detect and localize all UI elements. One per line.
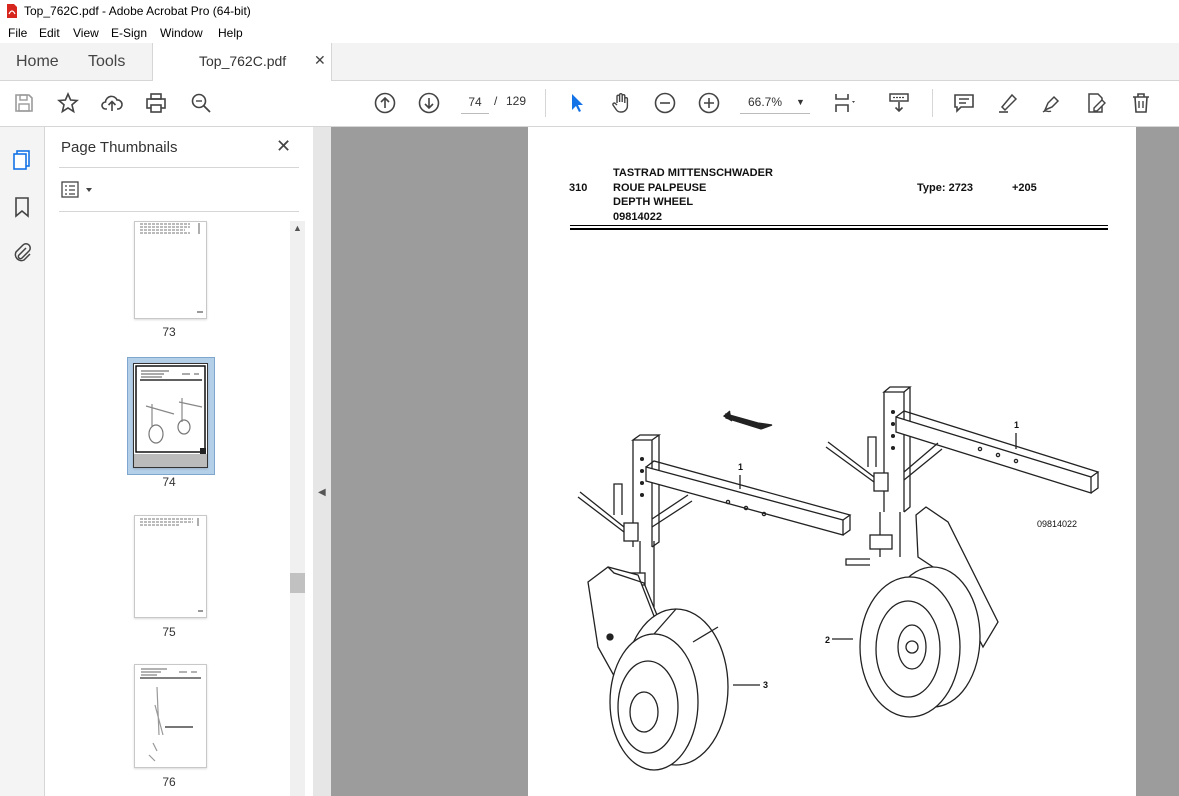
thumbnail-label-73: 73 (162, 325, 176, 339)
depth-wheel-drawing (577, 386, 1100, 771)
zoom-level-value: 66.7% (748, 95, 783, 109)
page-total: 129 (506, 94, 527, 108)
zoom-in-icon[interactable] (697, 91, 721, 115)
thumbnail-75-content (140, 518, 203, 612)
panel-title: Page Thumbnails (61, 139, 178, 156)
close-tab-icon[interactable]: ✕ (314, 52, 326, 69)
menu-help[interactable]: Help (218, 26, 243, 40)
thumbnail-label-74: 74 (162, 475, 176, 489)
star-icon[interactable] (56, 91, 80, 115)
menu-view[interactable]: View (73, 26, 99, 40)
zoom-out-icon[interactable] (653, 91, 677, 115)
page-thumbnails-icon[interactable] (11, 149, 33, 171)
menu-window[interactable]: Window (160, 26, 203, 40)
thumbnail-options-icon[interactable] (61, 181, 97, 199)
navigation-rail (0, 127, 45, 796)
draw-sign-icon[interactable] (1040, 91, 1064, 115)
thumbnails-panel: Page Thumbnails ✕ 73 74 75 76 ▲ (45, 127, 314, 796)
scroll-up-arrow-icon[interactable]: ▲ (293, 223, 302, 233)
scroll-mode-icon[interactable] (887, 91, 911, 115)
tab-bar: Home Tools Top_762C.pdf ✕ (0, 43, 1179, 81)
cloud-upload-icon[interactable] (100, 91, 124, 115)
page-thumbnail-75[interactable] (134, 515, 207, 618)
menu-bar: File Edit View E-Sign Window Help (0, 23, 1179, 43)
thumbnail-label-75: 75 (162, 625, 176, 639)
acrobat-app-icon (7, 4, 17, 18)
page-thumbnail-76[interactable] (134, 664, 207, 768)
attachment-icon[interactable] (11, 241, 33, 263)
menu-file[interactable]: File (8, 26, 27, 40)
page-thumbnail-73[interactable] (134, 221, 207, 319)
toolbar: 74 / 129 66.7% ▼ (0, 81, 1179, 127)
page-thumbnail-74[interactable] (133, 363, 208, 468)
thumbnails-scrollbar[interactable]: ▲ (290, 221, 305, 796)
pdf-page: 310 TASTRAD MITTENSCHWADER ROUE PALPEUSE… (528, 127, 1136, 796)
toolbar-divider (545, 89, 546, 117)
chevron-down-icon: ▼ (796, 97, 805, 107)
tab-document[interactable]: Top_762C.pdf ✕ (152, 43, 332, 81)
page-number-input[interactable]: 74 (461, 91, 489, 114)
next-page-icon[interactable] (417, 91, 441, 115)
hand-tool-icon[interactable] (609, 91, 633, 115)
zoom-search-icon[interactable] (189, 91, 213, 115)
title-bar: Top_762C.pdf - Adobe Acrobat Pro (64-bit… (0, 0, 1179, 23)
highlight-pen-icon[interactable] (996, 91, 1020, 115)
edit-pdf-icon[interactable] (1084, 91, 1108, 115)
close-panel-icon[interactable]: ✕ (276, 136, 291, 157)
thumbnail-label-76: 76 (162, 775, 176, 789)
toolbar-divider (932, 89, 933, 117)
divider (59, 167, 299, 168)
panel-collapse-handle[interactable]: ◀ (313, 127, 331, 796)
document-viewer[interactable]: 310 TASTRAD MITTENSCHWADER ROUE PALPEUSE… (331, 127, 1179, 796)
comment-icon[interactable] (952, 91, 976, 115)
previous-page-icon[interactable] (373, 91, 397, 115)
thumbnail-73-content (140, 223, 203, 313)
scrollbar-thumb[interactable] (290, 573, 305, 593)
page-display-icon[interactable] (833, 91, 857, 115)
collapse-arrow-icon: ◀ (318, 487, 326, 498)
thumbnail-74-content (134, 365, 207, 467)
tab-tools[interactable]: Tools (88, 53, 125, 71)
page-separator: / (494, 94, 498, 108)
tab-document-label: Top_762C.pdf (199, 53, 287, 69)
window-title: Top_762C.pdf - Adobe Acrobat Pro (64-bit… (24, 4, 251, 18)
bookmark-icon[interactable] (11, 196, 33, 218)
thumbnail-76-content (140, 668, 201, 762)
select-cursor-icon[interactable] (565, 91, 589, 115)
tab-home[interactable]: Home (16, 53, 59, 71)
save-icon[interactable] (12, 91, 36, 115)
print-icon[interactable] (144, 91, 168, 115)
delete-trash-icon[interactable] (1129, 91, 1153, 115)
zoom-level-select[interactable]: 66.7% ▼ (740, 91, 810, 114)
menu-edit[interactable]: Edit (39, 26, 60, 40)
divider (59, 211, 299, 212)
menu-esign[interactable]: E-Sign (111, 26, 147, 40)
